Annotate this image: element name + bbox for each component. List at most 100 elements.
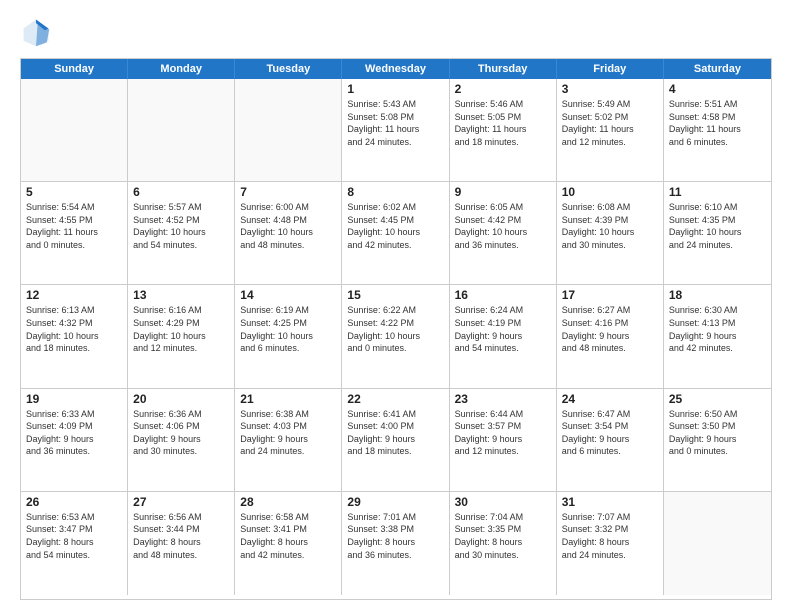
- calendar: SundayMondayTuesdayWednesdayThursdayFrid…: [20, 58, 772, 600]
- day-number: 11: [669, 185, 766, 199]
- logo: [20, 16, 56, 48]
- day-number: 31: [562, 495, 658, 509]
- day-number: 20: [133, 392, 229, 406]
- day-info: Sunrise: 7:01 AM Sunset: 3:38 PM Dayligh…: [347, 511, 443, 561]
- day-cell-13: 13 Sunrise: 6:16 AM Sunset: 4:29 PM Dayli…: [128, 285, 235, 387]
- day-number: 15: [347, 288, 443, 302]
- day-number: 13: [133, 288, 229, 302]
- day-number: 24: [562, 392, 658, 406]
- logo-icon: [20, 16, 52, 48]
- calendar-row-3: 12 Sunrise: 6:13 AM Sunset: 4:32 PM Dayli…: [21, 285, 771, 388]
- calendar-body: 1 Sunrise: 5:43 AM Sunset: 5:08 PM Daylig…: [21, 79, 771, 595]
- day-cell-16: 16Sunrise: 6:24 AM Sunset: 4:19 PM Dayli…: [450, 285, 557, 387]
- day-cell-12: 12 Sunrise: 6:13 AM Sunset: 4:32 PM Dayli…: [21, 285, 128, 387]
- day-number: 12: [26, 288, 122, 302]
- empty-cell: [664, 492, 771, 595]
- day-number: 29: [347, 495, 443, 509]
- day-info: Sunrise: 5:43 AM Sunset: 5:08 PM Dayligh…: [347, 98, 443, 148]
- day-number: 5: [26, 185, 122, 199]
- day-number: 30: [455, 495, 551, 509]
- day-cell-17: 17Sunrise: 6:27 AM Sunset: 4:16 PM Dayli…: [557, 285, 664, 387]
- day-cell-30: 30 Sunrise: 7:04 AM Sunset: 3:35 PM Dayli…: [450, 492, 557, 595]
- day-info: Sunrise: 6:44 AM Sunset: 3:57 PM Dayligh…: [455, 408, 551, 458]
- day-number: 3: [562, 82, 658, 96]
- day-number: 28: [240, 495, 336, 509]
- weekday-header-wednesday: Wednesday: [342, 59, 449, 79]
- day-number: 7: [240, 185, 336, 199]
- day-cell-23: 23 Sunrise: 6:44 AM Sunset: 3:57 PM Dayli…: [450, 389, 557, 491]
- day-number: 8: [347, 185, 443, 199]
- day-cell-5: 5 Sunrise: 5:54 AM Sunset: 4:55 PM Daylig…: [21, 182, 128, 284]
- day-info: Sunrise: 6:50 AM Sunset: 3:50 PM Dayligh…: [669, 408, 766, 458]
- day-info: Sunrise: 6:05 AM Sunset: 4:42 PM Dayligh…: [455, 201, 551, 251]
- day-cell-31: 31Sunrise: 7:07 AM Sunset: 3:32 PM Dayli…: [557, 492, 664, 595]
- calendar-row-1: 1 Sunrise: 5:43 AM Sunset: 5:08 PM Daylig…: [21, 79, 771, 182]
- day-cell-29: 29 Sunrise: 7:01 AM Sunset: 3:38 PM Dayli…: [342, 492, 449, 595]
- day-cell-24: 24Sunrise: 6:47 AM Sunset: 3:54 PM Dayli…: [557, 389, 664, 491]
- day-info: Sunrise: 6:56 AM Sunset: 3:44 PM Dayligh…: [133, 511, 229, 561]
- day-number: 25: [669, 392, 766, 406]
- day-number: 9: [455, 185, 551, 199]
- day-cell-28: 28 Sunrise: 6:58 AM Sunset: 3:41 PM Dayli…: [235, 492, 342, 595]
- day-info: Sunrise: 6:08 AM Sunset: 4:39 PM Dayligh…: [562, 201, 658, 251]
- day-info: Sunrise: 6:19 AM Sunset: 4:25 PM Dayligh…: [240, 304, 336, 354]
- empty-cell: [235, 79, 342, 181]
- day-cell-11: 11 Sunrise: 6:10 AM Sunset: 4:35 PM Dayli…: [664, 182, 771, 284]
- day-cell-20: 20 Sunrise: 6:36 AM Sunset: 4:06 PM Dayli…: [128, 389, 235, 491]
- day-number: 2: [455, 82, 551, 96]
- day-number: 22: [347, 392, 443, 406]
- weekday-header-thursday: Thursday: [450, 59, 557, 79]
- day-info: Sunrise: 6:02 AM Sunset: 4:45 PM Dayligh…: [347, 201, 443, 251]
- day-number: 1: [347, 82, 443, 96]
- day-cell-3: 3 Sunrise: 5:49 AM Sunset: 5:02 PM Daylig…: [557, 79, 664, 181]
- calendar-row-2: 5 Sunrise: 5:54 AM Sunset: 4:55 PM Daylig…: [21, 182, 771, 285]
- page: SundayMondayTuesdayWednesdayThursdayFrid…: [0, 0, 792, 612]
- empty-cell: [128, 79, 235, 181]
- day-number: 23: [455, 392, 551, 406]
- day-info: Sunrise: 6:33 AM Sunset: 4:09 PM Dayligh…: [26, 408, 122, 458]
- weekday-header-saturday: Saturday: [664, 59, 771, 79]
- day-number: 26: [26, 495, 122, 509]
- day-cell-27: 27Sunrise: 6:56 AM Sunset: 3:44 PM Dayli…: [128, 492, 235, 595]
- day-cell-4: 4Sunrise: 5:51 AM Sunset: 4:58 PM Daylig…: [664, 79, 771, 181]
- day-cell-1: 1 Sunrise: 5:43 AM Sunset: 5:08 PM Daylig…: [342, 79, 449, 181]
- day-cell-25: 25 Sunrise: 6:50 AM Sunset: 3:50 PM Dayli…: [664, 389, 771, 491]
- day-info: Sunrise: 6:13 AM Sunset: 4:32 PM Dayligh…: [26, 304, 122, 354]
- day-info: Sunrise: 5:57 AM Sunset: 4:52 PM Dayligh…: [133, 201, 229, 251]
- day-cell-21: 21Sunrise: 6:38 AM Sunset: 4:03 PM Dayli…: [235, 389, 342, 491]
- header: [20, 16, 772, 48]
- day-info: Sunrise: 5:49 AM Sunset: 5:02 PM Dayligh…: [562, 98, 658, 148]
- day-info: Sunrise: 6:53 AM Sunset: 3:47 PM Dayligh…: [26, 511, 122, 561]
- day-info: Sunrise: 6:10 AM Sunset: 4:35 PM Dayligh…: [669, 201, 766, 251]
- day-cell-10: 10 Sunrise: 6:08 AM Sunset: 4:39 PM Dayli…: [557, 182, 664, 284]
- calendar-row-5: 26 Sunrise: 6:53 AM Sunset: 3:47 PM Dayli…: [21, 492, 771, 595]
- day-info: Sunrise: 6:16 AM Sunset: 4:29 PM Dayligh…: [133, 304, 229, 354]
- day-number: 17: [562, 288, 658, 302]
- day-number: 18: [669, 288, 766, 302]
- day-info: Sunrise: 5:46 AM Sunset: 5:05 PM Dayligh…: [455, 98, 551, 148]
- day-number: 21: [240, 392, 336, 406]
- day-info: Sunrise: 6:22 AM Sunset: 4:22 PM Dayligh…: [347, 304, 443, 354]
- day-cell-6: 6 Sunrise: 5:57 AM Sunset: 4:52 PM Daylig…: [128, 182, 235, 284]
- weekday-header-tuesday: Tuesday: [235, 59, 342, 79]
- day-info: Sunrise: 5:54 AM Sunset: 4:55 PM Dayligh…: [26, 201, 122, 251]
- day-cell-9: 9 Sunrise: 6:05 AM Sunset: 4:42 PM Daylig…: [450, 182, 557, 284]
- day-number: 14: [240, 288, 336, 302]
- day-cell-19: 19 Sunrise: 6:33 AM Sunset: 4:09 PM Dayli…: [21, 389, 128, 491]
- empty-cell: [21, 79, 128, 181]
- calendar-row-4: 19 Sunrise: 6:33 AM Sunset: 4:09 PM Dayli…: [21, 389, 771, 492]
- day-info: Sunrise: 6:58 AM Sunset: 3:41 PM Dayligh…: [240, 511, 336, 561]
- weekday-header-monday: Monday: [128, 59, 235, 79]
- day-cell-15: 15 Sunrise: 6:22 AM Sunset: 4:22 PM Dayli…: [342, 285, 449, 387]
- day-info: Sunrise: 6:00 AM Sunset: 4:48 PM Dayligh…: [240, 201, 336, 251]
- day-number: 19: [26, 392, 122, 406]
- day-cell-7: 7 Sunrise: 6:00 AM Sunset: 4:48 PM Daylig…: [235, 182, 342, 284]
- day-number: 6: [133, 185, 229, 199]
- day-number: 10: [562, 185, 658, 199]
- day-info: Sunrise: 6:36 AM Sunset: 4:06 PM Dayligh…: [133, 408, 229, 458]
- calendar-header-row: SundayMondayTuesdayWednesdayThursdayFrid…: [21, 59, 771, 79]
- day-info: Sunrise: 6:24 AM Sunset: 4:19 PM Dayligh…: [455, 304, 551, 354]
- day-number: 4: [669, 82, 766, 96]
- day-info: Sunrise: 6:30 AM Sunset: 4:13 PM Dayligh…: [669, 304, 766, 354]
- day-info: Sunrise: 7:04 AM Sunset: 3:35 PM Dayligh…: [455, 511, 551, 561]
